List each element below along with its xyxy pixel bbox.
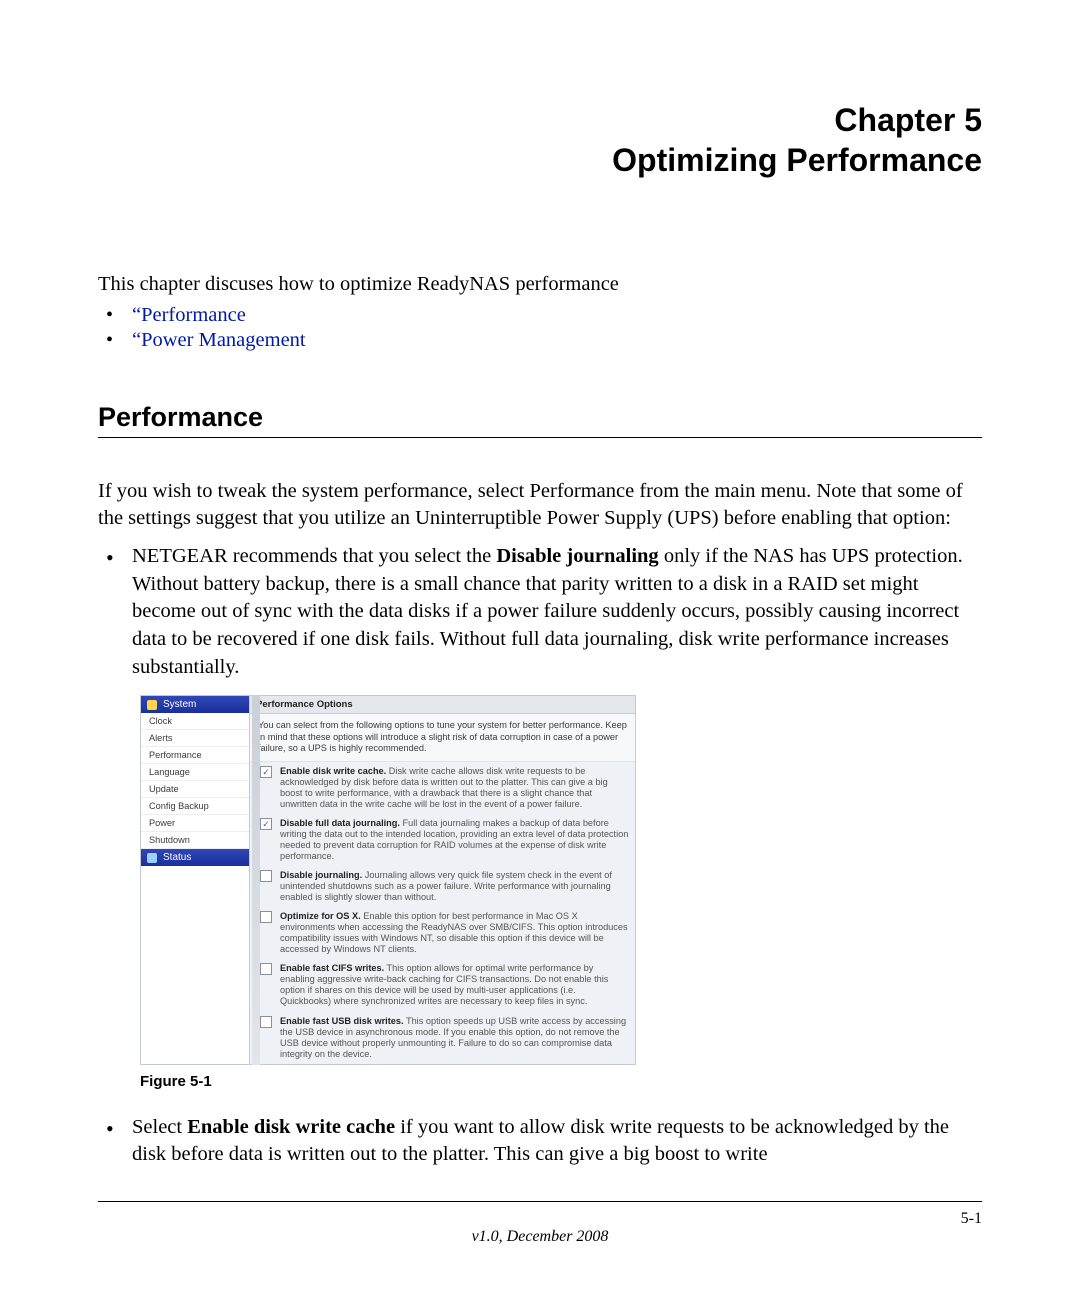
option-text: Enable fast CIFS writes. This option all… (280, 963, 629, 1007)
option-row: Enable fast USB disk writes. This option… (250, 1012, 635, 1064)
option-text: Disable journaling. Journaling allows ve… (280, 870, 629, 903)
option-title: Optimize for OS X. (280, 911, 361, 921)
list-item: Select Enable disk write cache if you wa… (98, 1114, 982, 1169)
option-row: ✓ Disable full data journaling. Full dat… (250, 814, 635, 866)
text-segment: NETGEAR recommends that you select the (132, 545, 496, 567)
toc-item: “Performance (98, 304, 982, 327)
embedded-screenshot: System Clock Alerts Performance Language… (140, 695, 636, 1064)
intro-paragraph: This chapter discuses how to optimize Re… (98, 270, 982, 300)
sidebar-item-update[interactable]: Update (141, 781, 249, 798)
option-title: Disable full data journaling. (280, 818, 400, 828)
chapter-heading: Chapter 5 Optimizing Performance (98, 100, 982, 180)
body-list: NETGEAR recommends that you select the D… (98, 543, 982, 681)
bold-term: Enable disk write cache (187, 1116, 395, 1138)
content-panel: Performance Options You can select from … (250, 695, 636, 1064)
sidebar-item-clock[interactable]: Clock (141, 713, 249, 730)
checkbox[interactable]: ✓ (260, 766, 272, 778)
checkbox[interactable] (260, 963, 272, 975)
option-text: Optimize for OS X. Enable this option fo… (280, 911, 629, 955)
sidebar-header-status[interactable]: Status (141, 849, 249, 866)
link-power-management[interactable]: “Power Management (132, 329, 306, 351)
option-title: Disable journaling. (280, 870, 362, 880)
option-title: Enable fast CIFS writes. (280, 963, 384, 973)
checkbox[interactable] (260, 911, 272, 923)
sidebar-header-label: System (163, 699, 196, 710)
system-icon (147, 700, 157, 710)
checkbox[interactable]: ✓ (260, 818, 272, 830)
body-list: Select Enable disk write cache if you wa… (98, 1114, 982, 1169)
list-item: NETGEAR recommends that you select the D… (98, 543, 982, 681)
chapter-title: Optimizing Performance (98, 140, 982, 180)
link-performance[interactable]: “Performance (132, 304, 246, 326)
sidebar-item-alerts[interactable]: Alerts (141, 730, 249, 747)
sidebar-item-config-backup[interactable]: Config Backup (141, 798, 249, 815)
option-title: Enable fast USB disk writes. (280, 1016, 404, 1026)
status-icon (147, 853, 157, 863)
chapter-label: Chapter 5 (98, 100, 982, 140)
text-segment: Select (132, 1116, 187, 1138)
page-footer: 5-1 v1.0, December 2008 (98, 1201, 982, 1246)
checkbox[interactable] (260, 870, 272, 882)
document-page: Chapter 5 Optimizing Performance This ch… (0, 0, 1080, 1296)
sidebar-item-power[interactable]: Power (141, 815, 249, 832)
option-row: Disable journaling. Journaling allows ve… (250, 866, 635, 907)
sidebar-item-shutdown[interactable]: Shutdown (141, 832, 249, 849)
option-text: Disable full data journaling. Full data … (280, 818, 629, 862)
option-row: Enable fast CIFS writes. This option all… (250, 959, 635, 1011)
option-text: Enable disk write cache. Disk write cach… (280, 766, 629, 810)
option-title: Enable disk write cache. (280, 766, 386, 776)
doc-version: v1.0, December 2008 (472, 1228, 609, 1246)
sidebar-header-label: Status (163, 852, 191, 863)
sidebar-header-system[interactable]: System (141, 696, 249, 713)
option-row: ✓ Enable disk write cache. Disk write ca… (250, 762, 635, 814)
bold-term: Disable journaling (496, 545, 658, 567)
toc-list: “Performance “Power Management (98, 304, 982, 352)
sidebar-item-language[interactable]: Language (141, 764, 249, 781)
section-heading: Performance (98, 402, 982, 438)
sidebar: System Clock Alerts Performance Language… (140, 695, 250, 1064)
divider (252, 695, 260, 1064)
sidebar-item-performance[interactable]: Performance (141, 747, 249, 764)
page-number: 5-1 (961, 1210, 982, 1228)
toc-item: “Power Management (98, 329, 982, 352)
option-text: Enable fast USB disk writes. This option… (280, 1016, 629, 1060)
option-row: Optimize for OS X. Enable this option fo… (250, 907, 635, 959)
figure-label: Figure 5-1 (140, 1073, 982, 1090)
body-paragraph: If you wish to tweak the system performa… (98, 478, 982, 533)
panel-note: You can select from the following option… (250, 714, 635, 762)
checkbox[interactable] (260, 1016, 272, 1028)
panel-title: Performance Options (250, 696, 635, 714)
